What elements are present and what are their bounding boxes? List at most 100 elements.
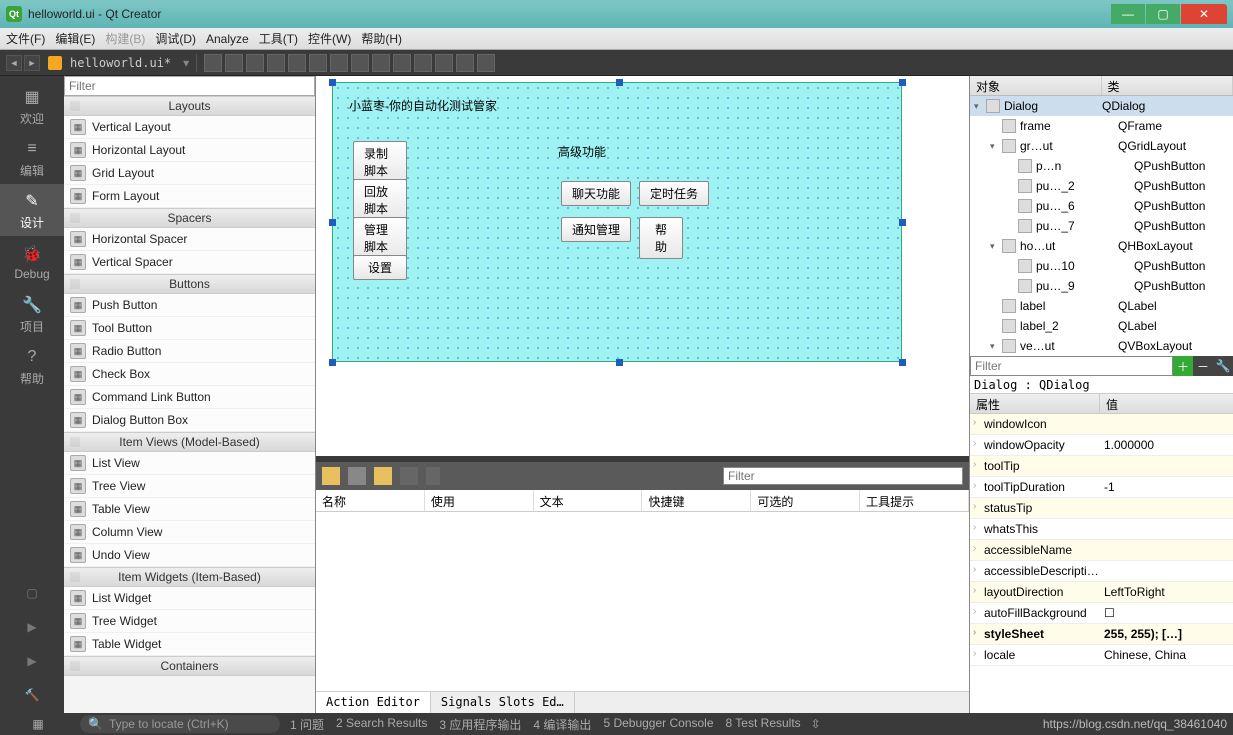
property-filter-input[interactable]: [970, 356, 1173, 376]
mode-欢迎[interactable]: ▦欢迎: [0, 80, 64, 132]
wb-item[interactable]: ▦List View: [64, 452, 315, 475]
toolbar-btn-7[interactable]: [351, 54, 369, 72]
prop-row[interactable]: autoFillBackground☐: [970, 603, 1233, 624]
status-item[interactable]: 8 Test Results: [726, 716, 801, 733]
action-list[interactable]: [316, 512, 969, 691]
chat-button[interactable]: 聊天功能: [561, 181, 631, 206]
toolbar-btn-5[interactable]: [309, 54, 327, 72]
wb-section-Item Widgets (Item-Based)[interactable]: Item Widgets (Item-Based): [64, 567, 315, 587]
toolbar-btn-2[interactable]: [246, 54, 264, 72]
toolbar-btn-1[interactable]: [225, 54, 243, 72]
edit-action-icon[interactable]: [426, 467, 440, 485]
nav-back-button[interactable]: ◄: [6, 55, 22, 71]
menu-4[interactable]: Analyze: [206, 32, 249, 46]
target-icon[interactable]: ▢: [22, 583, 42, 603]
mode-项目[interactable]: 🔧项目: [0, 288, 64, 340]
object-tree[interactable]: ▾DialogQDialogframeQFrame▾gr…utQGridLayo…: [970, 96, 1233, 356]
prop-row[interactable]: localeChinese, China: [970, 645, 1233, 666]
prop-row[interactable]: whatsThis: [970, 519, 1233, 540]
run-icon[interactable]: ▶: [22, 617, 42, 637]
prop-row[interactable]: accessibleDescripti…: [970, 561, 1233, 582]
toolbar-btn-12[interactable]: [456, 54, 474, 72]
prop-row[interactable]: windowIcon: [970, 414, 1233, 435]
settings-button[interactable]: 设置: [353, 255, 407, 280]
wb-item[interactable]: ▦Check Box: [64, 363, 315, 386]
prop-row[interactable]: accessibleName: [970, 540, 1233, 561]
toolbar-btn-10[interactable]: [414, 54, 432, 72]
status-item[interactable]: 4 编译输出: [533, 716, 591, 733]
notify-button[interactable]: 通知管理: [561, 217, 631, 242]
wb-item[interactable]: ▦Column View: [64, 521, 315, 544]
wb-section-Spacers[interactable]: Spacers: [64, 208, 315, 228]
title-label[interactable]: 小蓝枣-你的自动化测试管家: [349, 97, 497, 114]
property-table[interactable]: windowIconwindowOpacity1.000000toolTipto…: [970, 414, 1233, 713]
toolbar-btn-8[interactable]: [372, 54, 390, 72]
action-filter-input[interactable]: [723, 467, 963, 485]
locator-input[interactable]: 🔍 Type to locate (Ctrl+K): [80, 715, 280, 733]
wb-item[interactable]: ▦Tree Widget: [64, 610, 315, 633]
prop-col-name[interactable]: 属性: [970, 394, 1100, 413]
status-item[interactable]: 2 Search Results: [336, 716, 427, 733]
wb-item[interactable]: ▦List Widget: [64, 587, 315, 610]
prop-row[interactable]: toolTip: [970, 456, 1233, 477]
wb-item[interactable]: ▦Form Layout: [64, 185, 315, 208]
help-button[interactable]: 帮助: [639, 217, 683, 259]
wb-item[interactable]: ▦Horizontal Layout: [64, 139, 315, 162]
obj-row[interactable]: label_2QLabel: [970, 316, 1233, 336]
obj-row[interactable]: p…nQPushButton: [970, 156, 1233, 176]
mode-Debug[interactable]: 🐞Debug: [0, 236, 64, 288]
menu-2[interactable]: 构建(B): [105, 30, 145, 47]
action-tab[interactable]: Signals Slots Ed…: [431, 692, 575, 713]
action-tab[interactable]: Action Editor: [316, 692, 431, 713]
wb-item[interactable]: ▦Table View: [64, 498, 315, 521]
wb-item[interactable]: ▦Command Link Button: [64, 386, 315, 409]
menu-3[interactable]: 调试(D): [155, 30, 196, 47]
obj-col-class[interactable]: 类: [1102, 76, 1233, 95]
timer-button[interactable]: 定时任务: [639, 181, 709, 206]
toolbar-btn-3[interactable]: [267, 54, 285, 72]
replay-button[interactable]: 回放脚本: [353, 179, 407, 221]
dialog-form[interactable]: 小蓝枣-你的自动化测试管家 后台运行 退出 高级功能 录制脚本 回放脚本 管理脚…: [332, 82, 902, 362]
toolbar-btn-13[interactable]: [477, 54, 495, 72]
menu-1[interactable]: 编辑(E): [55, 30, 95, 47]
wb-section-Containers[interactable]: Containers: [64, 656, 315, 676]
obj-row[interactable]: ▾DialogQDialog: [970, 96, 1233, 116]
record-button[interactable]: 录制脚本: [353, 141, 407, 183]
action-col[interactable]: 工具提示: [860, 490, 969, 511]
obj-row[interactable]: pu…_9QPushButton: [970, 276, 1233, 296]
wb-section-Buttons[interactable]: Buttons: [64, 274, 315, 294]
advanced-label[interactable]: 高级功能: [558, 143, 606, 160]
close-sidebar-icon[interactable]: ▦: [32, 717, 43, 731]
action-col[interactable]: 可选的: [751, 490, 860, 511]
expand-icon[interactable]: ▾: [974, 101, 986, 112]
prop-row[interactable]: toolTipDuration-1: [970, 477, 1233, 498]
action-col[interactable]: 使用: [425, 490, 534, 511]
wb-item[interactable]: ▦Dialog Button Box: [64, 409, 315, 432]
paste-action-icon[interactable]: [374, 467, 392, 485]
status-item[interactable]: 5 Debugger Console: [603, 716, 713, 733]
wb-item[interactable]: ▦Tree View: [64, 475, 315, 498]
action-col[interactable]: 快捷键: [642, 490, 751, 511]
obj-row[interactable]: pu…_2QPushButton: [970, 176, 1233, 196]
toolbar-btn-9[interactable]: [393, 54, 411, 72]
nav-fwd-button[interactable]: ►: [24, 55, 40, 71]
delete-action-icon[interactable]: [400, 467, 418, 485]
toolbar-btn-0[interactable]: [204, 54, 222, 72]
obj-row[interactable]: ▾ve…utQVBoxLayout: [970, 336, 1233, 356]
wb-item[interactable]: ▦Push Button: [64, 294, 315, 317]
mode-帮助[interactable]: ?帮助: [0, 340, 64, 392]
copy-action-icon[interactable]: [348, 467, 366, 485]
wb-item[interactable]: ▦Radio Button: [64, 340, 315, 363]
expand-icon[interactable]: ▾: [990, 241, 1002, 252]
wb-item[interactable]: ▦Tool Button: [64, 317, 315, 340]
mode-编辑[interactable]: ≡编辑: [0, 132, 64, 184]
obj-row[interactable]: frameQFrame: [970, 116, 1233, 136]
form-canvas[interactable]: 小蓝枣-你的自动化测试管家 后台运行 退出 高级功能 录制脚本 回放脚本 管理脚…: [316, 76, 969, 456]
toolbar-btn-6[interactable]: [330, 54, 348, 72]
prop-row[interactable]: styleSheet255, 255); […]: [970, 624, 1233, 645]
obj-row[interactable]: pu…_6QPushButton: [970, 196, 1233, 216]
menu-5[interactable]: 工具(T): [259, 30, 298, 47]
wb-item[interactable]: ▦Table Widget: [64, 633, 315, 656]
toolbar-btn-4[interactable]: [288, 54, 306, 72]
widgetbox-filter-input[interactable]: [64, 76, 315, 96]
